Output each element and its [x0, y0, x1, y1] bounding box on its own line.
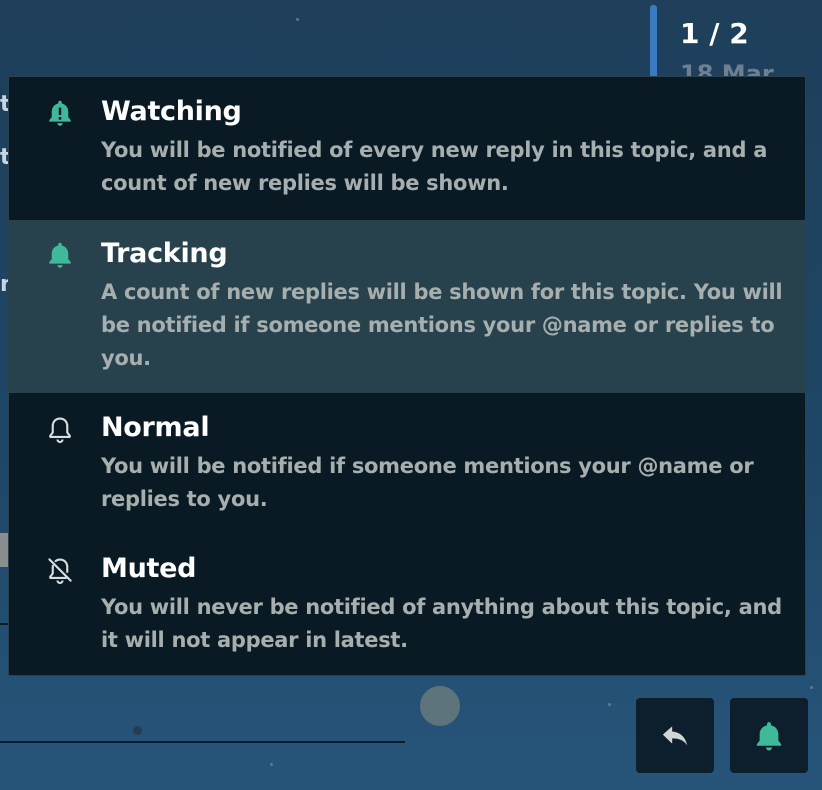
bell-exclamation-icon: [49, 100, 71, 126]
timeline-page-indicator: 1 / 2: [680, 17, 749, 50]
bell-filled-icon: [49, 242, 71, 268]
option-description: You will never be notified of anything a…: [101, 595, 782, 652]
option-title: Tracking: [101, 238, 228, 269]
reply-icon: [662, 725, 688, 745]
option-description: You will be notified of every new reply …: [101, 138, 768, 195]
bell-filled-icon: [756, 721, 782, 750]
reply-button[interactable]: [636, 698, 714, 773]
timeline-scroll-handle[interactable]: [650, 5, 657, 85]
background-avatar-dot: [420, 686, 460, 726]
background-divider: [0, 741, 405, 743]
notification-option-muted[interactable]: Muted You will never be notified of anyt…: [9, 535, 805, 676]
bell-slash-icon: [48, 558, 72, 585]
notification-option-watching[interactable]: Watching You will be notified of every n…: [9, 77, 805, 220]
background-block: [0, 533, 8, 567]
option-title: Normal: [101, 412, 210, 443]
option-title: Watching: [101, 96, 242, 127]
notification-option-normal[interactable]: Normal You will be notified if someone m…: [9, 393, 805, 535]
option-title: Muted: [101, 553, 197, 584]
notification-level-button[interactable]: [730, 698, 808, 773]
notification-option-tracking[interactable]: Tracking A count of new replies will be …: [9, 220, 805, 393]
option-description: You will be notified if someone mentions…: [101, 454, 754, 511]
option-description: A count of new replies will be shown for…: [101, 280, 783, 370]
notification-level-menu: Watching You will be notified of every n…: [8, 76, 806, 676]
bell-outline-icon: [49, 417, 71, 444]
topic-timeline[interactable]: 1 / 2 18 Mar: [650, 5, 822, 88]
background-dot: [133, 726, 142, 735]
